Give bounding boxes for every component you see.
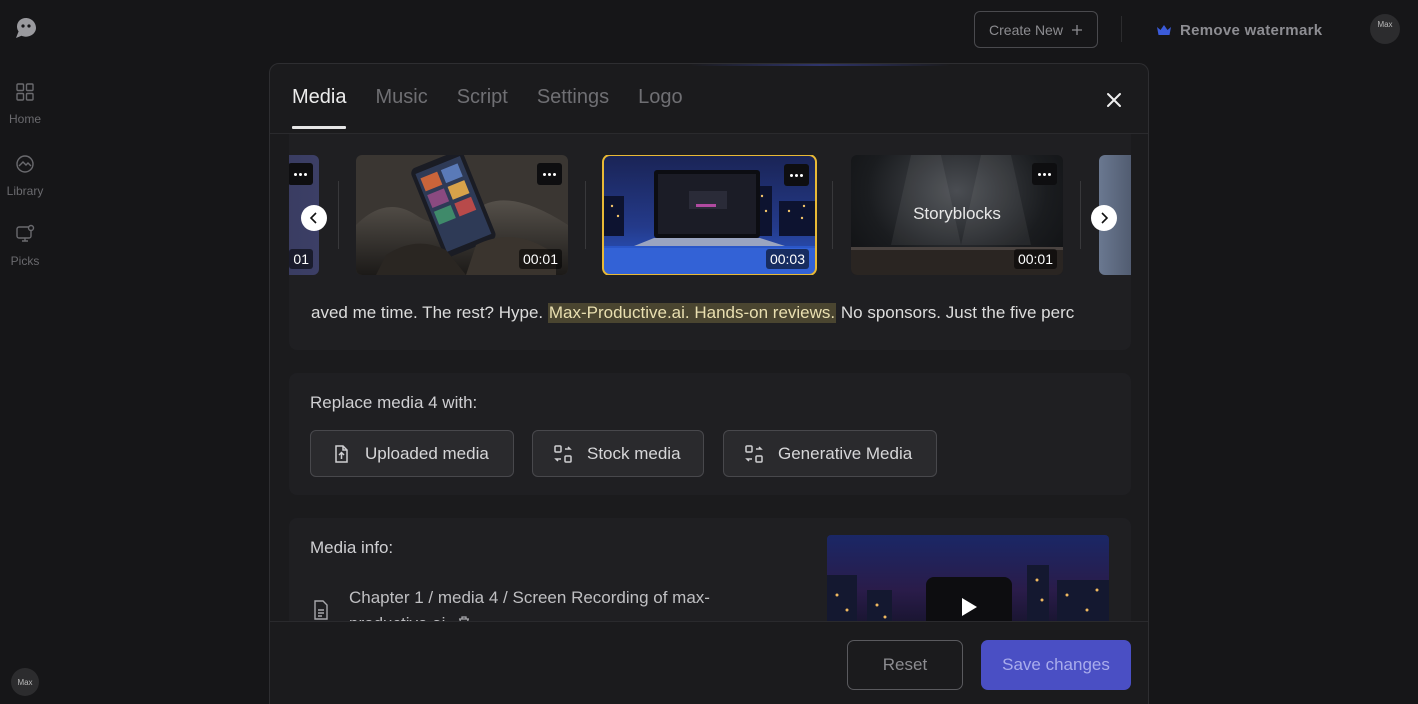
clip-separator	[585, 181, 586, 249]
media-editor-modal: Media Music Script Settings Logo 01 00:0…	[269, 63, 1149, 704]
file-icon	[314, 600, 328, 620]
clip-caption: Storyblocks	[913, 204, 1001, 223]
crown-icon	[1157, 25, 1171, 35]
create-new-button[interactable]: Create New	[974, 11, 1098, 48]
picks-icon	[16, 224, 35, 242]
script-text-before: aved me time. The rest? Hype.	[311, 303, 548, 322]
swap-media-icon	[554, 444, 572, 463]
divider	[1121, 16, 1122, 42]
tab-script[interactable]: Script	[457, 86, 508, 129]
modal-footer: Reset Save changes	[270, 621, 1148, 704]
reset-button[interactable]: Reset	[847, 640, 963, 690]
close-button[interactable]	[1102, 88, 1126, 112]
create-new-label: Create New	[989, 21, 1063, 38]
tab-settings[interactable]: Settings	[537, 86, 609, 129]
avatar[interactable]: Max	[11, 668, 39, 696]
sidebar-item-label: Home	[8, 112, 41, 126]
media-info-title: Media info:	[310, 538, 394, 557]
chevron-left-icon	[309, 212, 317, 224]
generative-media-button[interactable]: Generative Media	[723, 430, 937, 477]
tab-media[interactable]: Media	[292, 86, 347, 129]
save-changes-button[interactable]: Save changes	[981, 640, 1131, 690]
media-clip-phone[interactable]: 00:01	[356, 155, 568, 275]
clip-duration: 00:01	[1013, 249, 1057, 269]
stock-media-label: Stock media	[587, 443, 681, 463]
scroll-left-button[interactable]	[301, 205, 327, 231]
tab-music[interactable]: Music	[375, 86, 427, 129]
clip-separator	[338, 181, 339, 249]
clip-duration: 00:01	[518, 249, 562, 269]
clip-duration: 01	[289, 249, 313, 269]
modal-glow	[690, 64, 950, 66]
upload-file-icon	[335, 444, 348, 463]
media-clip-laptop-selected[interactable]: 00:03	[602, 155, 817, 275]
sidebar-item-home[interactable]: Home	[0, 82, 50, 126]
clip-more-button[interactable]	[289, 163, 313, 185]
replace-media-panel: Replace media 4 with: Uploaded media Sto…	[289, 373, 1131, 495]
clip-separator	[1080, 181, 1081, 249]
app-logo-icon[interactable]	[13, 16, 39, 42]
clip-separator	[832, 181, 833, 249]
generative-media-label: Generative Media	[778, 443, 913, 463]
sidebar-item-picks[interactable]: Picks	[0, 224, 50, 268]
sidebar-item-label: Picks	[10, 254, 40, 268]
sidebar-item-library[interactable]: Library	[0, 154, 50, 198]
library-icon	[16, 155, 34, 173]
modal-tabs: Media Music Script Settings Logo	[292, 86, 683, 129]
clip-more-button[interactable]	[784, 164, 809, 186]
tab-logo[interactable]: Logo	[638, 86, 683, 129]
remove-watermark-label: Remove watermark	[1180, 21, 1323, 39]
chevron-right-icon	[1101, 212, 1109, 224]
script-excerpt[interactable]: aved me time. The rest? Hype. Max-Produc…	[311, 303, 1109, 323]
clip-more-button[interactable]	[537, 163, 562, 185]
media-clip-storyblocks[interactable]: Storyblocks 00:01	[851, 155, 1063, 275]
grid-icon	[16, 83, 34, 101]
play-icon	[962, 598, 977, 616]
close-icon	[1107, 93, 1121, 107]
media-filmstrip[interactable]: 01 00:01 00:03 Storyblocks 00:01	[289, 155, 1131, 275]
uploaded-media-label: Uploaded media	[365, 443, 489, 463]
media-info-panel: Media info: Chapter 1 / media 4 / Screen…	[289, 518, 1131, 638]
avatar[interactable]: Max	[1370, 14, 1400, 44]
script-text-after: No sponsors. Just the five perc	[836, 303, 1075, 322]
replace-media-title: Replace media 4 with:	[310, 393, 478, 412]
top-bar: Create New Remove watermark Max	[50, 0, 1418, 60]
uploaded-media-button[interactable]: Uploaded media	[310, 430, 514, 477]
plus-icon	[1071, 24, 1082, 35]
swap-media-icon	[745, 444, 763, 463]
media-filmstrip-panel: 01 00:01 00:03 Storyblocks 00:01 aved me…	[289, 134, 1131, 350]
clip-duration: 00:03	[765, 249, 809, 269]
remove-watermark-button[interactable]: Remove watermark	[1156, 18, 1322, 42]
sidebar-item-label: Library	[6, 184, 44, 198]
stock-media-button[interactable]: Stock media	[532, 430, 704, 477]
scroll-right-button[interactable]	[1091, 205, 1117, 231]
script-text-highlight: Max-Productive.ai. Hands-on reviews.	[547, 303, 837, 323]
sidebar: Home Library Picks Max	[0, 0, 50, 704]
clip-more-button[interactable]	[1032, 163, 1057, 185]
